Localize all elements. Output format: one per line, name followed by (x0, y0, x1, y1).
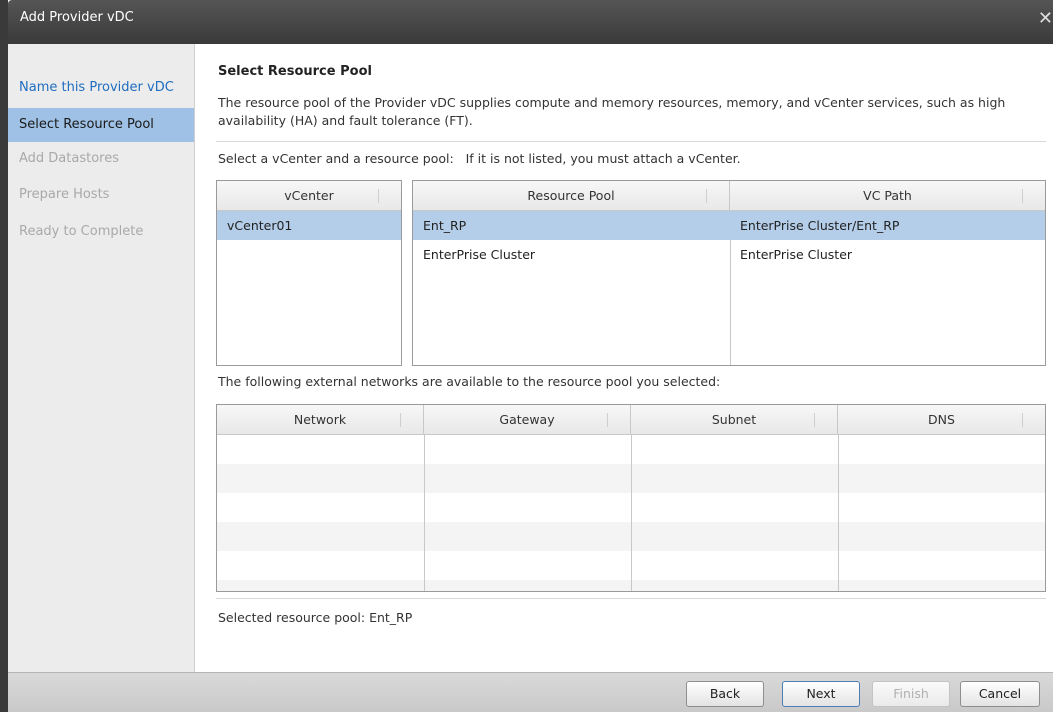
column-header-network[interactable]: Network (217, 405, 424, 435)
column-resize-handle[interactable] (400, 413, 401, 427)
wizard-step-name-provider-vdc[interactable]: Name this Provider vDC (8, 71, 194, 105)
close-icon[interactable]: ✕ (1037, 10, 1053, 28)
column-divider (631, 435, 632, 591)
wizard-steps-sidebar: Name this Provider vDC Select Resource P… (8, 44, 195, 672)
column-header-gateway[interactable]: Gateway (424, 405, 631, 435)
vcenter-table: vCenter vCenter01 (216, 180, 402, 366)
page-title: Select Resource Pool (218, 64, 372, 79)
back-button[interactable]: Back (686, 681, 764, 707)
column-resize-handle[interactable] (706, 189, 707, 203)
column-header-label: VC Path (863, 188, 912, 203)
vc-path-cell: EnterPrise Cluster/Ent_RP (740, 218, 900, 233)
column-header-resource-pool[interactable]: Resource Pool (413, 181, 730, 211)
dialog-footer: Back Next Finish Cancel (8, 672, 1053, 712)
resource-pool-cell: EnterPrise Cluster (423, 247, 536, 262)
column-header-vc-path[interactable]: VC Path (730, 181, 1045, 211)
next-button[interactable]: Next (782, 681, 860, 707)
finish-button: Finish (872, 681, 950, 707)
page-description: The resource pool of the Provider vDC su… (218, 95, 1006, 128)
window-frame (0, 0, 8, 712)
column-header-label: Resource Pool (527, 188, 615, 203)
main-content: Select Resource Pool The resource pool o… (196, 44, 1053, 672)
networks-label: The following external networks are avai… (218, 374, 721, 389)
column-resize-handle[interactable] (1022, 189, 1023, 203)
vcenter-table-header: vCenter (217, 181, 401, 211)
window-title: Add Provider vDC (20, 10, 134, 25)
table-row[interactable]: Ent_RP EnterPrise Cluster/Ent_RP (413, 211, 1045, 240)
column-divider (424, 435, 425, 591)
column-resize-handle[interactable] (378, 189, 379, 203)
column-divider (838, 435, 839, 591)
table-row[interactable]: EnterPrise Cluster EnterPrise Cluster (413, 240, 1045, 269)
cancel-button[interactable]: Cancel (960, 681, 1040, 707)
selected-resource-pool-text: Selected resource pool: Ent_RP (218, 610, 413, 625)
networks-table-header: Network Gateway Subnet DNS (217, 405, 1045, 435)
wizard-step-prepare-hosts: Prepare Hosts (19, 187, 110, 202)
vcenter-cell: vCenter01 (227, 218, 293, 233)
wizard-step-add-datastores: Add Datastores (19, 151, 119, 166)
add-provider-vdc-dialog: Add Provider vDC ✕ Name this Provider vD… (0, 0, 1053, 712)
column-header-label: DNS (928, 412, 955, 427)
column-header-subnet[interactable]: Subnet (631, 405, 838, 435)
divider (216, 141, 1046, 142)
column-resize-handle[interactable] (1022, 413, 1023, 427)
resource-pool-table: Resource Pool VC Path Ent_RP EnterPrise … (412, 180, 1046, 366)
selection-prompt: Select a vCenter and a resource pool: If… (218, 151, 741, 166)
divider (216, 598, 1046, 599)
resource-pool-cell: Ent_RP (423, 218, 467, 233)
wizard-step-select-resource-pool[interactable]: Select Resource Pool (8, 108, 194, 142)
column-header-label: Network (293, 412, 347, 427)
column-resize-handle[interactable] (607, 413, 608, 427)
column-header-dns[interactable]: DNS (838, 405, 1045, 435)
vc-path-cell: EnterPrise Cluster (740, 247, 853, 262)
resource-pool-table-header: Resource Pool VC Path (413, 181, 1045, 211)
title-bar[interactable]: Add Provider vDC ✕ (8, 0, 1053, 44)
wizard-step-ready-to-complete: Ready to Complete (19, 224, 144, 239)
column-header-label: vCenter (284, 188, 334, 203)
external-networks-table: Network Gateway Subnet DNS (216, 404, 1046, 592)
column-header-vcenter[interactable]: vCenter (217, 181, 401, 211)
table-row[interactable]: vCenter01 (217, 211, 401, 240)
column-resize-handle[interactable] (814, 413, 815, 427)
column-header-label: Subnet (711, 412, 757, 427)
column-header-label: Gateway (499, 412, 555, 427)
